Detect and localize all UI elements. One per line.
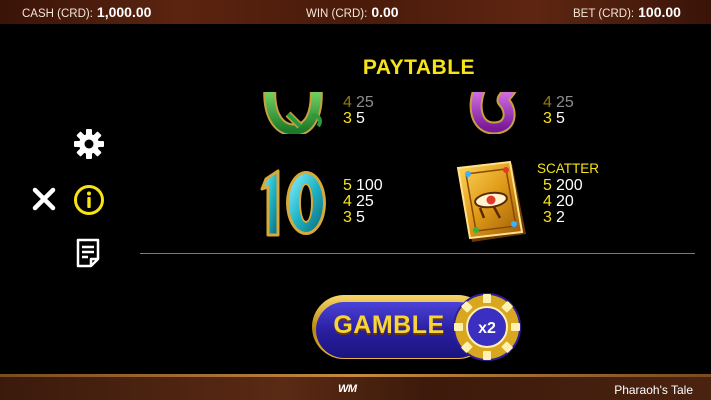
bet-display: BET (CRD): 100.00 [573,0,681,26]
pay-count: 3 [543,209,552,226]
gamble-label: GAMBLE [333,311,445,339]
info-icon[interactable] [73,184,105,216]
pay-count: 3 [343,209,352,226]
paytable-q-values: 4 25 35 [343,95,374,127]
gamble-button[interactable]: GAMBLE x2 [312,292,522,362]
bet-label: BET (CRD): [573,8,635,20]
bet-value: 100.00 [638,4,681,20]
book-scatter-symbol [454,160,532,244]
page-title: PAYTABLE [362,56,476,79]
pay-row: 4 25 [343,194,383,210]
pay-amount: 25 [556,94,574,111]
pay-amount: 5 [556,110,565,127]
pay-count: 3 [543,110,552,127]
divider [140,253,695,254]
pay-row: 4 25 [343,95,374,111]
teal-10-symbol [256,165,332,241]
notes-icon[interactable] [75,238,101,268]
chip-icon: x2 [452,292,522,362]
pay-count: 4 [543,94,552,111]
paytable-s-values: 4 25 35 [543,95,574,127]
cash-label: CASH (CRD): [22,8,93,20]
pay-amount: 100 [356,177,383,194]
pay-row: 35 [343,111,374,127]
close-icon[interactable] [30,185,58,213]
pay-count: 3 [343,110,352,127]
win-label: WIN (CRD): [306,8,368,20]
pay-row: 4 20 [543,194,583,210]
pay-row: 5 100 [343,178,383,194]
cash-display: CASH (CRD): 1,000.00 [22,0,151,26]
pay-row: 35 [543,111,574,127]
pay-row: 35 [343,210,383,226]
pay-count: 4 [343,193,352,210]
win-value: 0.00 [371,4,399,20]
paytable-10-values: 5 100 4 25 35 [343,178,383,226]
paytable-book-values: 5 200 4 20 32 [543,178,583,226]
game-name: Pharaoh's Tale [614,383,693,397]
cash-value: 1,000.00 [96,4,152,20]
pay-amount: 5 [356,209,365,226]
pay-amount: 25 [356,193,374,210]
pay-count: 5 [343,177,352,194]
chip-text: x2 [478,320,496,337]
pay-count: 5 [543,177,552,194]
pay-row: 4 25 [543,95,574,111]
purple-snake-symbol [466,92,526,134]
top-bar: CASH (CRD): 1,000.00 WIN (CRD): 0.00 BET (… [0,0,711,24]
wm-logo: WM [338,383,357,395]
pay-amount: 5 [356,110,365,127]
pay-amount: 200 [556,177,583,194]
gear-icon[interactable] [73,128,105,160]
scatter-label: SCATTER [537,161,600,176]
pay-row: 32 [543,210,583,226]
pay-amount: 25 [356,94,374,111]
pay-row: 5 200 [543,178,583,194]
pay-count: 4 [343,94,352,111]
pay-count: 4 [543,193,552,210]
green-q-symbol [262,92,326,134]
pay-amount: 20 [556,193,574,210]
win-display: WIN (CRD): 0.00 [306,0,399,26]
pay-amount: 2 [556,209,565,226]
